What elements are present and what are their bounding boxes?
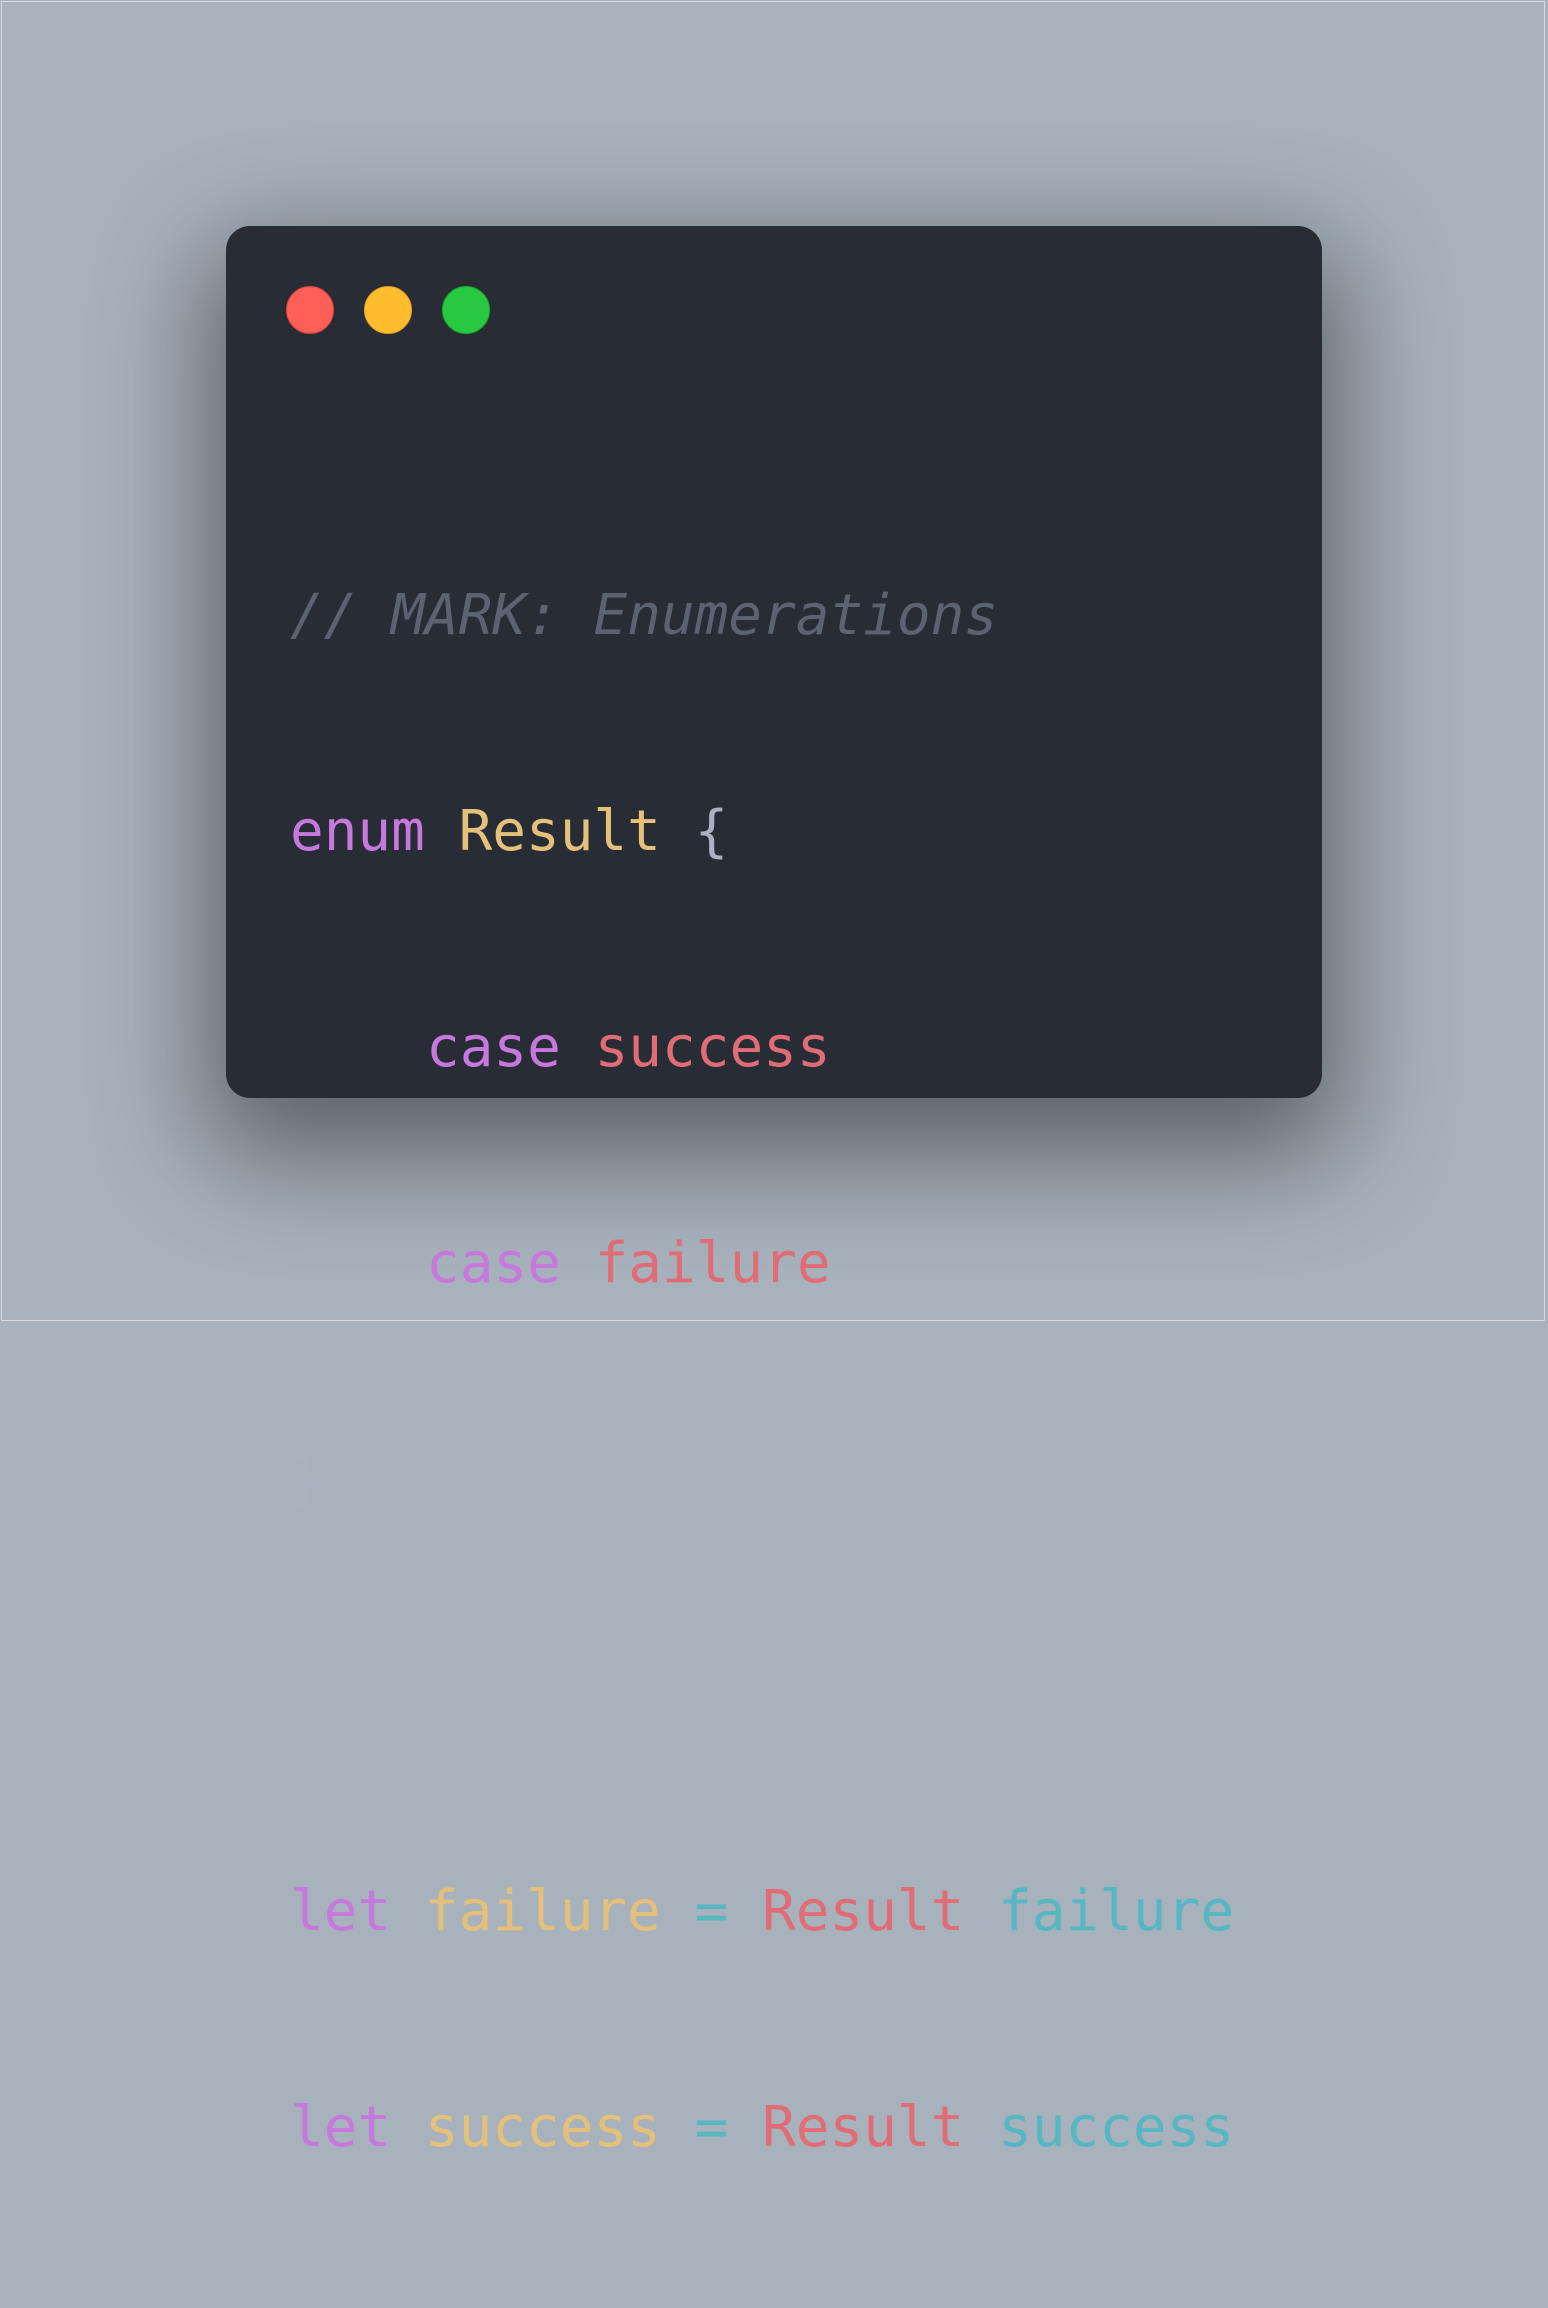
let-keyword: let — [290, 2095, 392, 2160]
code-line-4: case failure — [290, 1228, 1234, 1300]
comment-text: // MARK: Enumerations — [290, 583, 999, 648]
type-ref: Result — [762, 1879, 965, 1944]
let-keyword: let — [290, 1879, 392, 1944]
code-window: // MARK: Enumerations enum Result { case… — [226, 226, 1322, 2160]
case-success: success — [594, 1015, 831, 1080]
open-brace: { — [694, 799, 729, 864]
var-success: success — [424, 2095, 661, 2160]
minimize-button[interactable] — [364, 286, 412, 334]
code-line-3: case success — [290, 1012, 1234, 1084]
code-line-7: let failure = Result.failure — [290, 1876, 1234, 1948]
code-line-8: let success = Result.success — [290, 2092, 1234, 2164]
close-brace: } — [290, 1447, 324, 1512]
enum-name: Result — [458, 799, 661, 864]
case-failure: failure — [594, 1231, 831, 1296]
type-ref: Result — [762, 2095, 965, 2160]
code-line-5: } — [290, 1444, 1234, 1516]
code-block: // MARK: Enumerations enum Result { case… — [290, 436, 1234, 2308]
case-keyword: case — [426, 1231, 561, 1296]
close-button[interactable] — [286, 286, 334, 334]
window-controls — [286, 286, 490, 336]
enum-keyword: enum — [290, 799, 425, 864]
var-failure: failure — [424, 1879, 661, 1944]
zoom-button[interactable] — [442, 286, 490, 334]
code-line-2: enum Result { — [290, 796, 1234, 868]
equals-sign: = — [694, 1879, 729, 1944]
code-line-1: // MARK: Enumerations — [290, 580, 1234, 652]
dot: . — [964, 2095, 999, 2160]
case-keyword: case — [426, 1015, 561, 1080]
equals-sign: = — [694, 2095, 729, 2160]
member-failure: failure — [998, 1879, 1235, 1944]
dot: . — [964, 1879, 999, 1944]
member-success: success — [998, 2095, 1235, 2160]
